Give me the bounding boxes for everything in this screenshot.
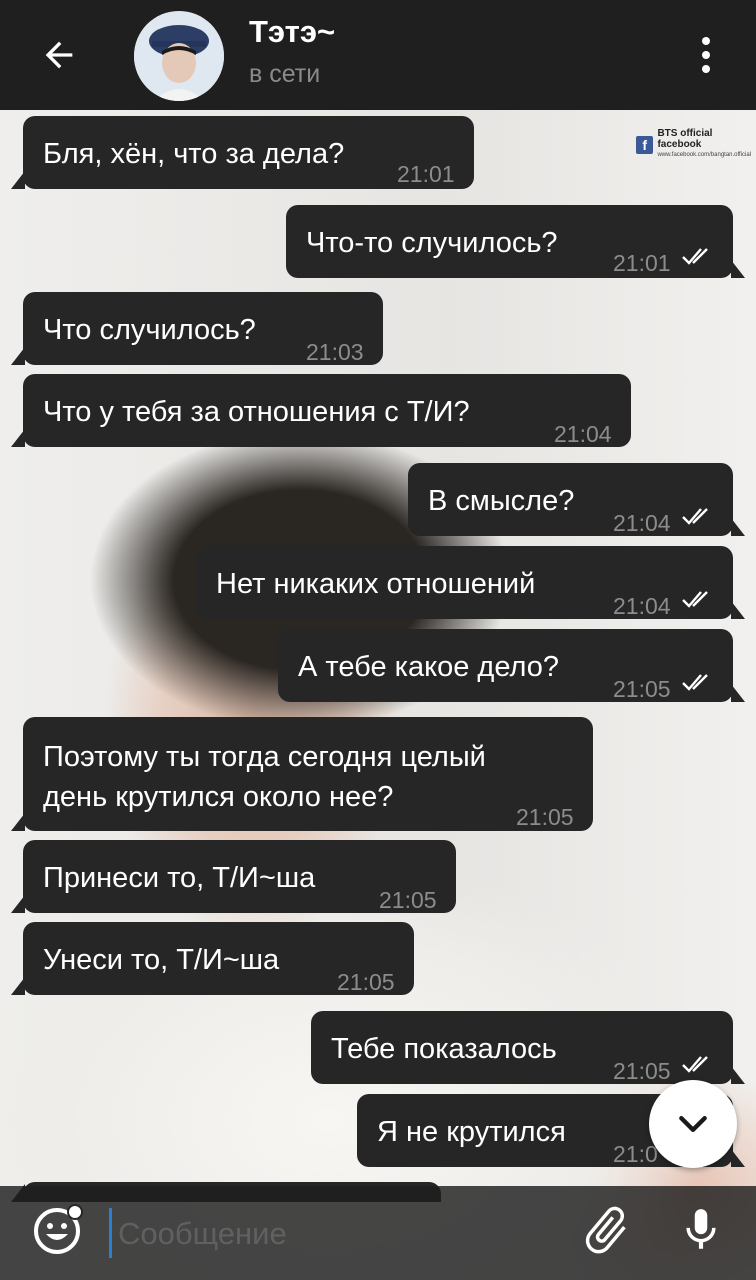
message-input-bar <box>0 1186 756 1280</box>
message-text: В смысле? <box>428 485 575 517</box>
message-text: Бля, хён, что за дела? <box>43 138 345 170</box>
message-incoming[interactable]: Принеси то, Т/И~ша 21:05 <box>11 840 456 913</box>
message-text: Что у тебя за отношения с Т/И? <box>43 396 470 428</box>
message-time: 21:01 <box>613 250 671 276</box>
facebook-logo-icon: f <box>636 135 654 154</box>
message-outgoing[interactable]: Нет никаких отношений 21:04 <box>196 546 745 619</box>
emoji-icon <box>34 1204 83 1254</box>
back-button[interactable] <box>34 30 84 80</box>
message-time: 21:05 <box>613 676 671 702</box>
message-time: 21:01 <box>397 161 455 187</box>
message-text: Я не крутился <box>377 1116 566 1148</box>
message-time: 21:05 <box>337 969 395 995</box>
message-text: Поэтому ты тогда сегодня целый день крут… <box>43 741 486 813</box>
scroll-to-bottom-button[interactable] <box>649 1080 737 1168</box>
facebook-watermark: f BTS official facebook www.facebook.com… <box>636 128 756 161</box>
message-incoming[interactable]: Унеси то, Т/И~ша 21:05 <box>11 922 414 995</box>
emoji-button[interactable] <box>30 1200 86 1256</box>
chat-title: Тэтэ~ <box>249 14 336 49</box>
message-time: 21:04 <box>554 421 612 447</box>
message-text: Унеси то, Т/И~ша <box>43 944 280 976</box>
more-vertical-icon <box>702 37 710 45</box>
message-time: 21:04 <box>613 510 671 536</box>
message-text: Тебе показалось <box>331 1033 557 1065</box>
more-options-button[interactable] <box>688 30 724 80</box>
message-outgoing[interactable]: В смысле? 21:04 <box>408 463 745 536</box>
chevron-down-icon <box>679 1116 707 1132</box>
message-input[interactable] <box>118 1206 538 1262</box>
avatar-image <box>134 11 224 101</box>
online-status: в сети <box>249 60 321 88</box>
text-cursor <box>109 1208 112 1258</box>
message-outgoing[interactable]: Тебе показалось 21:05 <box>311 1011 745 1084</box>
contact-avatar[interactable] <box>134 11 224 101</box>
voice-message-button[interactable] <box>676 1200 726 1260</box>
microphone-icon <box>686 1209 716 1249</box>
double-check-icon <box>682 674 708 691</box>
message-outgoing[interactable]: А тебе какое дело? 21:05 <box>278 629 745 702</box>
arrow-left-icon <box>45 41 73 69</box>
watermark-text: BTS official facebook <box>657 128 713 150</box>
message-time: 21:05 <box>613 1058 671 1084</box>
paperclip-icon <box>585 1206 626 1254</box>
message-incoming[interactable]: Бля, хён, что за дела? 21:01 <box>11 116 474 189</box>
message-text: Принеси то, Т/И~ша <box>43 862 316 894</box>
message-incoming[interactable]: Поэтому ты тогда сегодня целый день крут… <box>11 717 593 831</box>
double-check-icon <box>682 248 708 265</box>
message-time: 21:05 <box>516 804 574 830</box>
message-text: Что случилось? <box>43 314 256 346</box>
message-time: 21:03 <box>306 339 364 365</box>
message-text: Нет никаких отношений <box>216 568 536 600</box>
chat-header: Тэтэ~ в сети <box>0 0 756 110</box>
message-time: 21:04 <box>613 593 671 619</box>
message-time: 21:05 <box>379 887 437 913</box>
message-text: А тебе какое дело? <box>298 651 559 683</box>
message-outgoing[interactable]: Что-то случилось? 21:01 <box>286 205 745 278</box>
message-incoming[interactable]: Что случилось? 21:03 <box>11 292 383 365</box>
double-check-icon <box>682 591 708 608</box>
message-incoming[interactable]: Что у тебя за отношения с Т/И? 21:04 <box>11 374 631 447</box>
attach-button[interactable] <box>578 1200 634 1260</box>
double-check-icon <box>682 508 708 525</box>
watermark-subtext: www.facebook.com/bangtan.official <box>657 152 752 158</box>
double-check-icon <box>682 1056 708 1073</box>
message-text: Что-то случилось? <box>306 227 558 259</box>
